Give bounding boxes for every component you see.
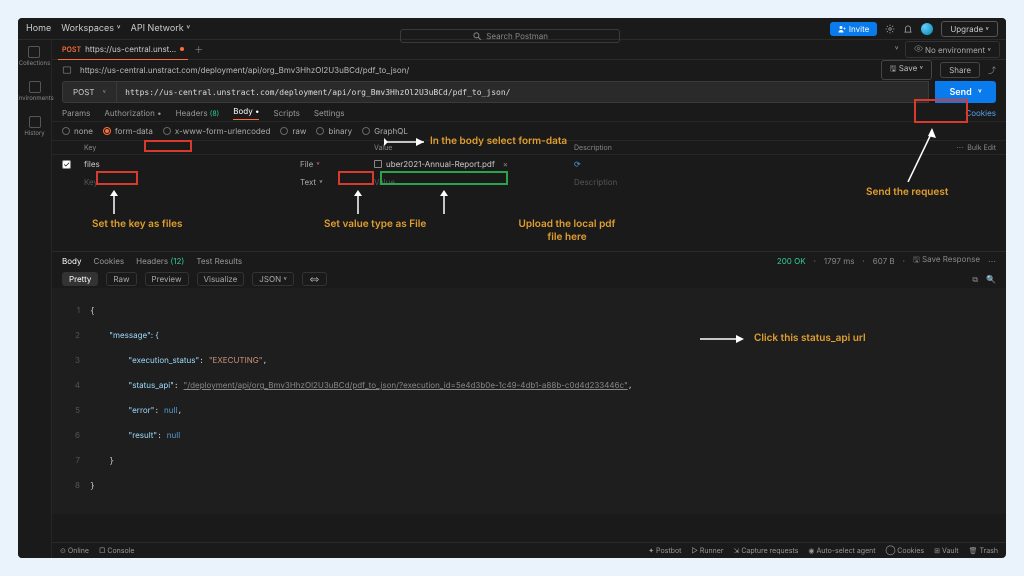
status-console[interactable]: ▢ Console — [99, 546, 135, 555]
response-tabs: Body Cookies Headers (12) Test Results 2… — [52, 252, 1006, 270]
tab-headers[interactable]: Headers (8) — [176, 108, 220, 118]
rail-history[interactable]: History — [24, 116, 44, 137]
lang-selector[interactable]: JSON ˅ — [252, 272, 294, 286]
tab-options-icon[interactable]: ˅ — [895, 44, 899, 55]
bodytype-none[interactable]: none — [62, 126, 93, 136]
file-path-icon[interactable]: ⟳ — [574, 159, 581, 169]
bulk-edit-link[interactable]: ⋯ Bulk Edit — [956, 143, 996, 152]
status-api-link[interactable]: "/deployment/api/org_Bmv3HhzOl2U3uBCd/pd… — [184, 380, 628, 390]
url-input[interactable]: https://us-central.unstract.com/deployme… — [116, 81, 929, 103]
wrap-icon[interactable]: ⇔ — [302, 272, 327, 286]
unsaved-dot-icon — [180, 47, 184, 51]
tab-params[interactable]: Params — [62, 108, 90, 118]
request-tab[interactable]: POST https://us-central.unst... — [58, 40, 188, 60]
invite-button[interactable]: Invite — [830, 22, 877, 36]
environment-selector[interactable]: No environment ˅ — [905, 41, 1000, 58]
status-trash[interactable]: 🗑 Trash — [969, 546, 998, 555]
view-raw[interactable]: Raw — [106, 272, 136, 286]
row-checkbox[interactable] — [62, 160, 71, 169]
menu-api-network[interactable]: API Network ˅ — [131, 23, 191, 34]
titlebar: Home Workspaces ˅ API Network ˅ Search P… — [18, 18, 1006, 40]
menu-home[interactable]: Home — [26, 23, 51, 34]
tab-scripts[interactable]: Scripts — [273, 108, 299, 118]
rail-collections[interactable]: Collections — [19, 46, 51, 67]
menu-workspaces[interactable]: Workspaces ˅ — [61, 23, 120, 34]
invite-icon — [838, 25, 846, 33]
fork-icon[interactable]: ⤴ — [988, 65, 996, 76]
status-online[interactable]: ⊙ Online — [60, 546, 89, 555]
save-button[interactable]: 🖫 Save ˅ — [881, 60, 932, 80]
notifications-icon[interactable] — [903, 24, 913, 34]
response-viewmode: Pretty Raw Preview Visualize JSON ˅ ⇔ ⧉ … — [52, 270, 1006, 288]
http-icon — [62, 65, 72, 75]
file-icon — [374, 160, 382, 168]
status-code: 200 OK — [777, 256, 806, 266]
left-rail: Collections Environments History — [18, 40, 52, 558]
resp-tab-tests[interactable]: Test Results — [196, 256, 242, 266]
status-postbot[interactable]: ✦ Postbot — [648, 546, 681, 555]
search-icon — [472, 31, 482, 41]
copy-icon[interactable]: ⧉ — [972, 274, 978, 285]
cookies-link[interactable]: Cookies — [965, 108, 996, 118]
formdata-row: files File˅ uber2021-Annual-Report.pdf ×… — [52, 155, 1006, 173]
postman-window: Home Workspaces ˅ API Network ˅ Search P… — [18, 18, 1006, 558]
response-panel: Body Cookies Headers (12) Test Results 2… — [52, 251, 1006, 514]
tab-authorization[interactable]: Authorization • — [104, 108, 161, 118]
response-json[interactable]: 1{ 2 "message": { 3 "execution_status": … — [52, 288, 1006, 514]
col-key: Key — [80, 143, 300, 152]
remove-file-icon[interactable]: × — [503, 159, 508, 169]
tab-settings[interactable]: Settings — [314, 108, 345, 118]
response-time: 1797 ms — [824, 256, 855, 266]
formdata-row-empty[interactable]: Key Text ˅ Value Description — [52, 173, 1006, 191]
tab-strip: POST https://us-central.unst... ＋ ˅ No e… — [52, 40, 1006, 60]
status-capture[interactable]: ⇲ Capture requests — [733, 546, 798, 555]
body-type-row: none form-data x-www-form-urlencoded raw… — [52, 122, 1006, 140]
status-runner[interactable]: ▷ Runner — [691, 546, 723, 555]
tab-body[interactable]: Body • — [233, 106, 259, 120]
resp-tab-body[interactable]: Body — [62, 256, 81, 266]
url-row: POST˅ https://us-central.unstract.com/de… — [52, 80, 1006, 104]
bodytype-xwww[interactable]: x-www-form-urlencoded — [163, 126, 271, 136]
save-response[interactable]: 🖫 Save Response — [913, 254, 980, 268]
view-visualize[interactable]: Visualize — [197, 272, 245, 286]
share-button[interactable]: Share — [940, 62, 980, 78]
view-pretty[interactable]: Pretty — [62, 272, 98, 286]
search-response-icon[interactable]: 🔍 — [986, 274, 996, 284]
method-selector[interactable]: POST˅ — [62, 81, 116, 103]
rail-environments[interactable]: Environments — [18, 81, 54, 102]
col-description: Description — [570, 143, 916, 152]
view-preview[interactable]: Preview — [145, 272, 189, 286]
upgrade-button[interactable]: Upgrade ˅ — [941, 21, 998, 37]
avatar[interactable] — [921, 23, 933, 35]
resp-tab-headers[interactable]: Headers (12) — [136, 256, 184, 266]
type-selector[interactable]: File˅ — [300, 159, 370, 169]
status-cookies[interactable]: ◯ Cookies — [886, 546, 925, 555]
formdata-header: Key Value Description ⋯ Bulk Edit — [52, 140, 1006, 155]
status-agent[interactable]: ◉ Auto-select agent — [808, 546, 875, 555]
breadcrumb: https://us-central.unstract.com/deployme… — [80, 65, 873, 75]
bodytype-formdata[interactable]: form-data — [103, 126, 153, 136]
new-tab-button[interactable]: ＋ — [194, 43, 203, 56]
request-head: https://us-central.unstract.com/deployme… — [52, 60, 1006, 80]
send-button[interactable]: Send˅ — [935, 81, 996, 103]
response-size: 607 B — [873, 256, 895, 266]
bodytype-graphql[interactable]: GraphQL — [362, 126, 408, 136]
eye-icon — [914, 44, 923, 53]
value-file[interactable]: uber2021-Annual-Report.pdf × — [370, 159, 570, 169]
status-vault[interactable]: ⊞ Vault — [934, 546, 958, 555]
settings-icon[interactable] — [885, 24, 895, 34]
key-input[interactable]: files — [80, 159, 300, 169]
bodytype-binary[interactable]: binary — [316, 126, 352, 136]
request-subtabs: Params Authorization • Headers (8) Body … — [52, 104, 1006, 122]
statusbar: ⊙ Online ▢ Console ✦ Postbot ▷ Runner ⇲ … — [52, 542, 1006, 558]
bodytype-raw[interactable]: raw — [280, 126, 306, 136]
col-value: Value — [370, 143, 570, 152]
resp-tab-cookies[interactable]: Cookies — [93, 256, 124, 266]
